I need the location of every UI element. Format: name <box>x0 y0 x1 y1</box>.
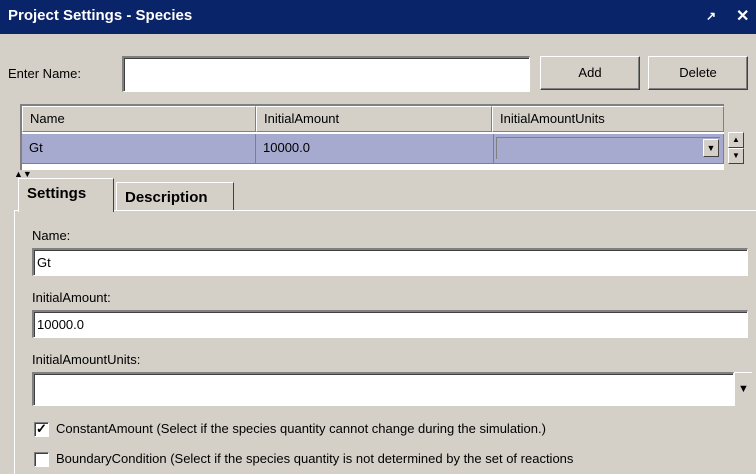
close-icon[interactable]: ✕ <box>736 6 749 26</box>
initial-amount-units-label: InitialAmountUnits: <box>32 352 141 367</box>
enter-name-label: Enter Name: <box>8 66 81 81</box>
delete-button[interactable]: Delete <box>648 56 748 90</box>
name-label: Name: <box>32 228 71 243</box>
table-scrollbar[interactable]: ▲ ▼ <box>726 104 746 170</box>
species-table: Name InitialAmount InitialAmountUnits Gt… <box>20 104 724 170</box>
boundary-condition-checkbox[interactable] <box>34 452 49 467</box>
initial-amount-label: InitialAmount: <box>32 290 111 305</box>
enter-name-input[interactable] <box>122 56 530 92</box>
scroll-up-icon[interactable]: ▲ <box>728 132 744 148</box>
constant-amount-checkbox[interactable]: ✓ <box>34 422 49 437</box>
boundary-condition-label: BoundaryCondition (Select if the species… <box>56 451 574 466</box>
chevron-down-icon[interactable]: ▼ <box>703 139 719 157</box>
tab-settings[interactable]: Settings <box>18 178 114 212</box>
table-cell-units-dropdown[interactable]: ▼ <box>494 134 724 164</box>
tab-description[interactable]: Description <box>116 182 234 210</box>
scroll-down-icon[interactable]: ▼ <box>728 148 744 164</box>
constant-amount-label: ConstantAmount (Select if the species qu… <box>56 421 546 436</box>
chevron-down-icon[interactable]: ▼ <box>734 372 752 406</box>
table-cell-initial-amount[interactable]: 10000.0 <box>256 134 494 164</box>
pin-icon[interactable]: ↗ <box>706 9 716 23</box>
window-title: Project Settings - Species <box>8 7 193 24</box>
table-cell-name[interactable]: Gt <box>22 134 256 164</box>
column-header-name[interactable]: Name <box>22 106 256 132</box>
column-header-initial-amount[interactable]: InitialAmount <box>256 106 492 132</box>
initial-amount-field[interactable] <box>32 310 748 338</box>
splitter-handle[interactable]: ▲▼ <box>14 170 32 179</box>
column-header-initial-amount-units[interactable]: InitialAmountUnits <box>492 106 724 132</box>
initial-amount-units-select[interactable] <box>32 372 734 406</box>
name-field[interactable] <box>32 248 748 276</box>
add-button[interactable]: Add <box>540 56 640 90</box>
title-bar: Project Settings - Species ↗ ✕ <box>0 0 756 34</box>
units-dropdown-value <box>496 137 720 159</box>
